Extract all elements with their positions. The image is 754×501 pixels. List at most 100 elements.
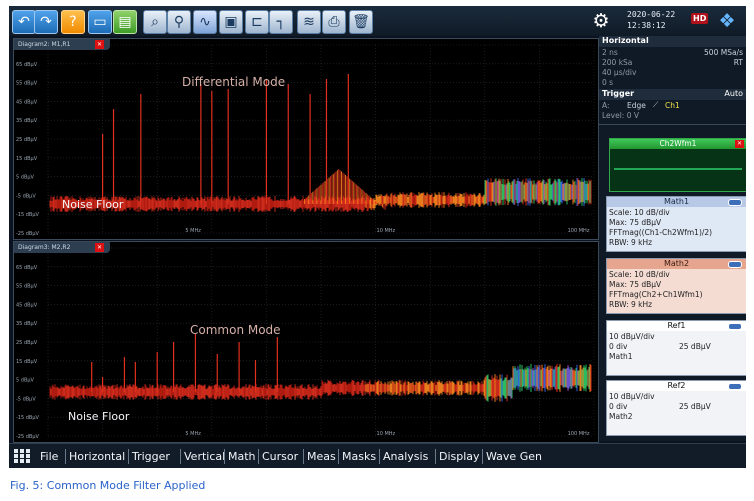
grid [47,247,595,437]
time-text: 12:38:12 [627,21,666,30]
toggle-pill-icon[interactable] [728,261,742,268]
ref2-card[interactable]: Ref2 10 dBμV/div 0 div Math2 25 dBμV [606,380,746,436]
menu-item-trigger[interactable]: Trigger [132,450,170,463]
toggle-pill-icon[interactable] [728,323,742,330]
cursor-button[interactable]: ⊏ [245,10,269,34]
y-tick-label: 55 dBμV [16,81,38,87]
gear-icon[interactable]: ⚙ [591,11,611,31]
rs-logo-icon: ❖ [718,10,736,32]
menu-item-vertical[interactable]: Vertical [184,450,225,463]
figure-caption: Fig. 5: Common Mode Filter Applied [10,479,206,492]
select-button[interactable]: ▣ [219,10,243,34]
print-button[interactable]: ⎙ [322,10,346,34]
x-tick-label: 100 MHz [568,228,590,234]
trigger-source-label: A: [602,101,610,110]
trigger-header[interactable]: Trigger Auto [599,89,746,100]
ch2wfm-panel[interactable]: Ch2Wfm1 ✕ [609,138,746,192]
diagram-differential[interactable]: 75 dBμV65 dBμV55 dBμV45 dBμV35 dBμV25 dB… [13,38,599,240]
diagram-tab[interactable]: Diagram2: M1,R1 ✕ [14,39,110,50]
y-tick-label: -25 dBμV [16,231,40,237]
date-text: 2020-06-22 [627,10,676,19]
help-button[interactable]: ? [61,10,85,34]
marker-button[interactable]: ┐ [269,10,293,34]
measure-button[interactable]: ∿ [193,10,217,34]
math2-card[interactable]: Math2 Scale: 10 dB/div Max: 75 dBμV FFTmag(… [606,258,746,314]
menu-item-display[interactable]: Display [439,450,480,463]
spectrum-trace [49,74,592,212]
undo-button[interactable]: ↶ [12,10,36,34]
save-button[interactable]: ▤ [113,10,137,34]
y-tick-label: 65 dBμV [16,62,38,68]
y-tick-label: -25 dBμV [16,434,40,440]
y-tick-label: 25 dBμV [16,340,38,346]
open-button[interactable]: ▭ [88,10,112,34]
y-tick-label: 45 dBμV [16,302,38,308]
close-icon[interactable]: ✕ [735,140,744,148]
menu-separator [379,449,380,464]
math1-card[interactable]: Math1 Scale: 10 dB/div Max: 75 dBμV FFTmag(… [606,196,746,252]
x-tick-label: 5 MHz [185,228,201,234]
horizontal-header: Horizontal [599,36,746,47]
fft-button[interactable]: ≋ [297,10,321,34]
menu-separator [435,449,436,464]
menu-item-masks[interactable]: Masks [342,450,376,463]
y-tick-label: 35 dBμV [16,321,38,327]
ref1-title: Ref1 [607,321,746,331]
horizontal-position: 0 s [602,78,614,87]
close-icon[interactable]: ✕ [95,243,104,252]
menu-item-cursor[interactable]: Cursor [262,450,298,463]
toggle-pill-icon[interactable] [728,383,742,390]
menu-item-horizontal[interactable]: Horizontal [69,450,125,463]
datetime-display: 2020-06-22 12:38:12 [627,9,675,31]
menu-item-file[interactable]: File [40,450,58,463]
y-tick-label: -5 dBμV [16,193,36,199]
redo-button[interactable]: ↷ [34,10,58,34]
math2-line: Max: 75 dBμV [609,280,662,289]
menu-separator [65,449,66,464]
ref2-offset: 25 dBμV [679,402,711,411]
toolbar: ↶ ↷? ▭ ▤ ⌕ ⚲ ∿ ▣ ⊏ ┐ ≋ ⎙ 🗑 ⚙ 2020-06-22 12:38:12 HD … [9,6,746,36]
menu-separator [338,449,339,464]
oscilloscope-window: ↶ ↷? ▭ ▤ ⌕ ⚲ ∿ ▣ ⊏ ┐ ≋ ⎙ 🗑 ⚙ 2020-06-22 12:38:12 HD … [9,6,746,468]
trigger-type: Edge [627,101,646,110]
side-panel: Horizontal 2 ns 500 MSa/s 200 kSa RT 40 … [599,36,746,441]
trigger-level: Level: 0 V [602,111,639,120]
menu-separator [128,449,129,464]
find-button[interactable]: ⚲ [167,10,191,34]
horizontal-mode: RT [733,58,743,67]
menu-item-analysis[interactable]: Analysis [383,450,428,463]
y-tick-label: 25 dBμV [16,137,38,143]
apps-grid-icon[interactable] [14,449,30,464]
spectrum-trace [49,334,592,402]
trigger-mode: Auto [724,89,743,98]
toggle-pill-icon[interactable] [728,199,742,206]
y-tick-label: -15 dBμV [16,415,40,421]
diagram-common[interactable]: 75 dBμV65 dBμV55 dBμV45 dBμV35 dBμV25 dB… [13,241,599,443]
math2-line: RBW: 9 kHz [609,300,653,309]
math1-line: FFTmag((Ch1-Ch2Wfm1)/2) [609,228,713,237]
menu-item-meas[interactable]: Meas [307,450,336,463]
math1-line: RBW: 9 kHz [609,238,653,247]
menu-bar: File Horizontal Trigger Vertical Math Cursor M… [9,443,746,468]
menu-item-math[interactable]: Math [228,450,256,463]
ref1-card[interactable]: Ref1 10 dBμV/div 0 div Math1 25 dBμV [606,320,746,376]
y-tick-label: 5 dBμV [16,175,35,181]
horizontal-resolution: 2 ns [602,48,618,57]
delete-button[interactable]: 🗑 [349,10,373,34]
diagram-tab-label: Diagram2: M1,R1 [18,41,71,48]
math1-line: Max: 75 dBμV [609,218,662,227]
zoom-button[interactable]: ⌕ [143,10,167,34]
horizontal-panel[interactable]: Horizontal 2 ns 500 MSa/s 200 kSa RT 40 … [599,36,746,125]
y-tick-label: -5 dBμV [16,396,36,402]
menu-item-wave-gen[interactable]: Wave Gen [486,450,542,463]
y-tick-label: 65 dBμV [16,265,38,271]
horizontal-sample-rate: 500 MSa/s [704,48,743,57]
diagram-tab[interactable]: Diagram3: M2,R2 ✕ [14,242,110,253]
y-tick-label: 15 dBμV [16,156,38,162]
mode-label: Common Mode [190,323,281,337]
mode-label: Differential Mode [182,75,286,89]
menu-separator [482,449,483,464]
diagram-tab-label: Diagram3: M2,R2 [18,244,71,251]
menu-separator [180,449,181,464]
close-icon[interactable]: ✕ [95,40,104,49]
